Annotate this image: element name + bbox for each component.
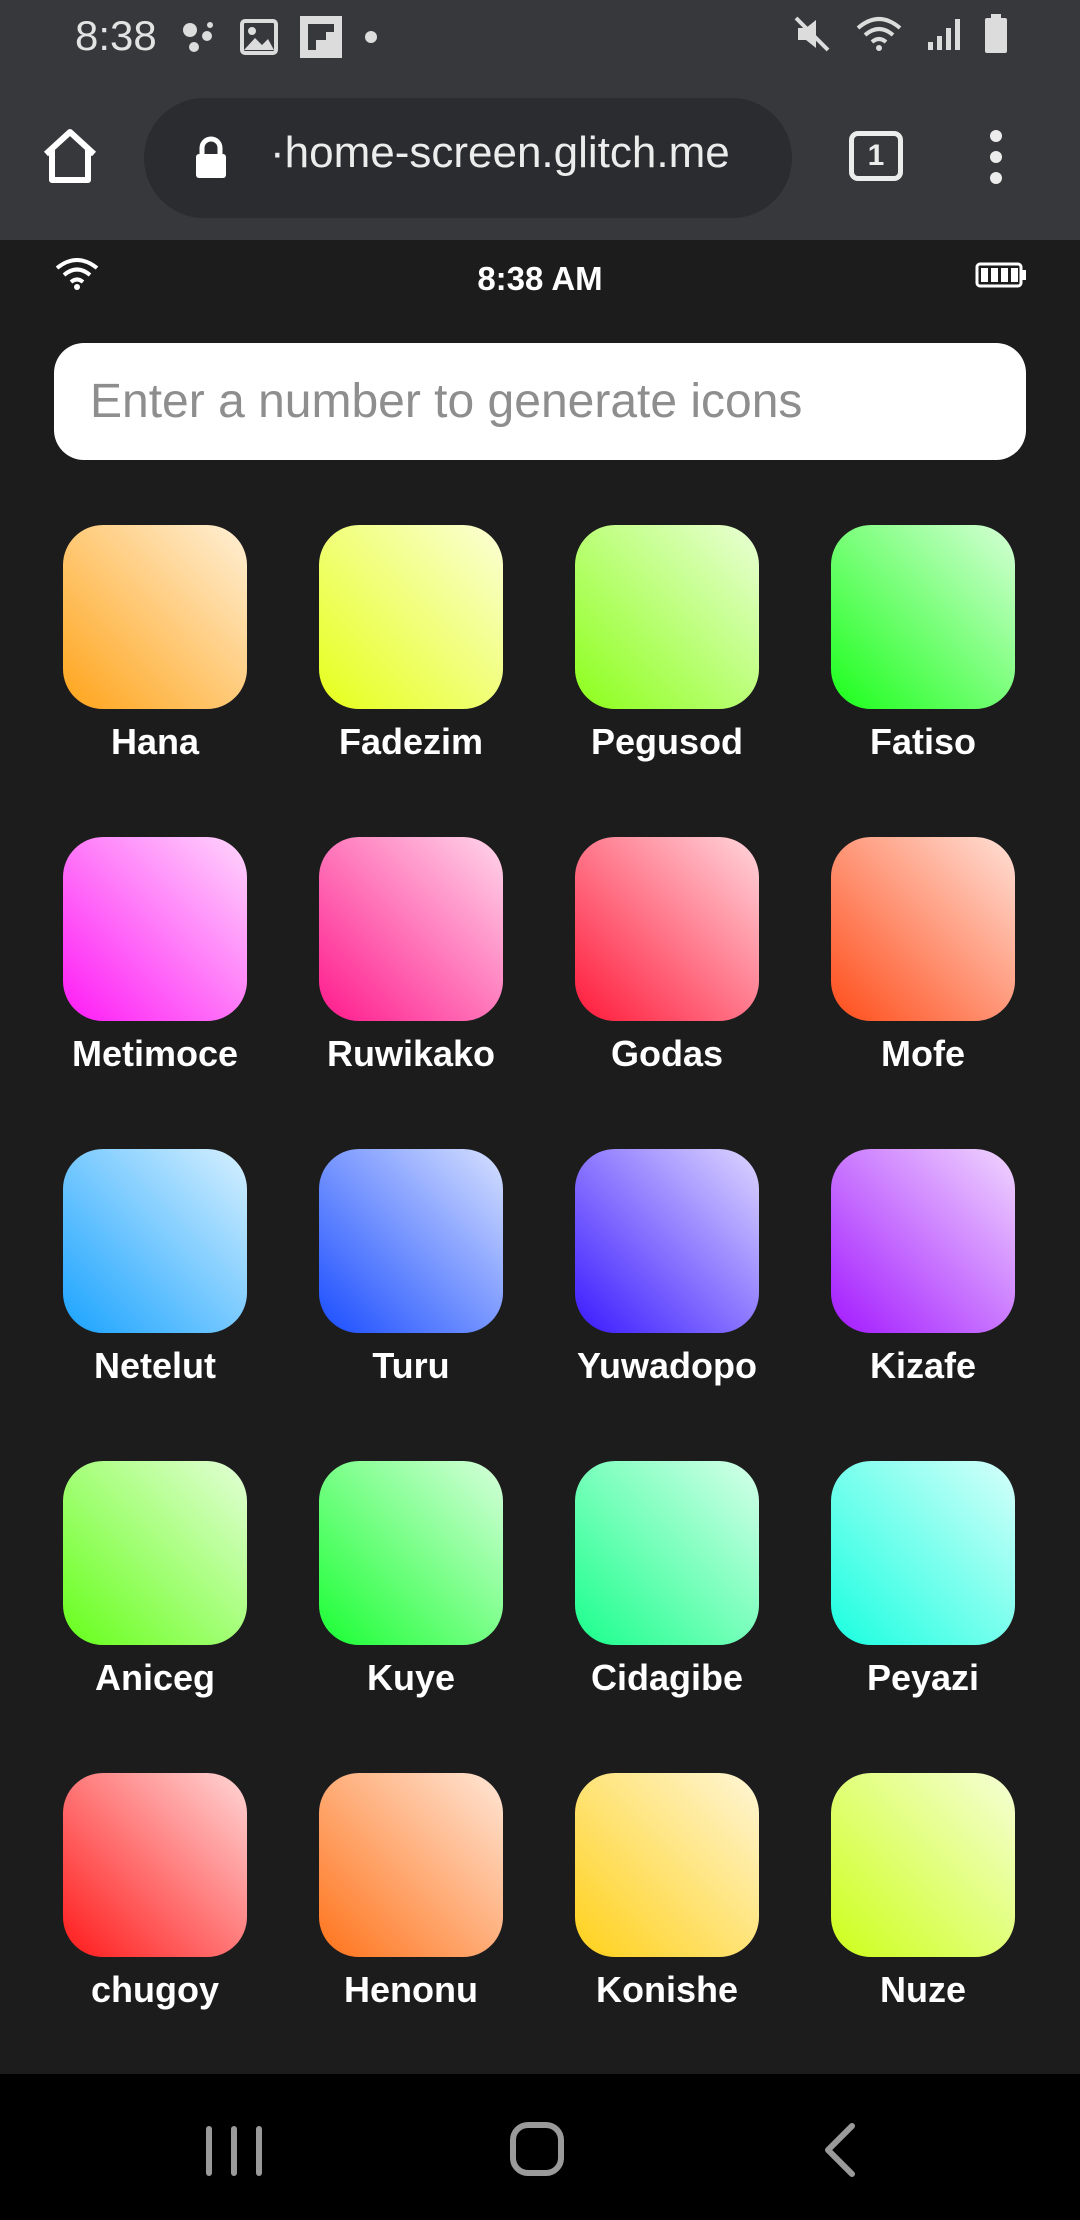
android-navigation-bar — [0, 2074, 1080, 2220]
app-label: Henonu — [344, 1969, 478, 2010]
home-icon[interactable] — [38, 124, 102, 188]
mute-icon — [794, 16, 830, 52]
app-tile[interactable] — [575, 837, 759, 1021]
app-icon[interactable]: Kuye — [283, 1461, 539, 1773]
app-tile[interactable] — [575, 1149, 759, 1333]
system-clock: 8:38 — [75, 12, 157, 59]
app-tile[interactable] — [319, 1773, 503, 1957]
signal-icon — [928, 19, 960, 50]
app-tile[interactable] — [575, 525, 759, 709]
app-icon[interactable]: Nuze — [795, 1773, 1051, 2085]
simulated-clock: 8:38 AM — [477, 260, 603, 297]
app-tile[interactable] — [319, 1149, 503, 1333]
url-text[interactable]: ·home-screen.glitch.me — [270, 128, 730, 178]
app-icon[interactable]: Konishe — [539, 1773, 795, 2085]
address-bar[interactable]: ·home-screen.glitch.me — [144, 98, 792, 218]
app-icon[interactable]: Aniceg — [27, 1461, 283, 1773]
flipboard-icon — [300, 16, 342, 58]
app-icon[interactable]: Fatiso — [795, 525, 1051, 837]
more-notifications-dot-icon — [365, 31, 377, 43]
gallery-icon — [240, 19, 278, 55]
app-icon[interactable]: Metimoce — [27, 837, 283, 1149]
app-label: Nuze — [879, 1969, 966, 2010]
browser-toolbar: ·home-screen.glitch.me 1 — [0, 72, 1080, 240]
recent-apps-icon[interactable] — [206, 2126, 262, 2176]
app-icon[interactable]: Fadezim — [283, 525, 539, 837]
home-button-icon[interactable] — [510, 2122, 564, 2176]
app-tile[interactable] — [831, 1773, 1015, 1957]
app-label: Kizafe — [869, 1345, 977, 1386]
app-label: Ruwikako — [326, 1033, 496, 1074]
lock-icon — [196, 136, 226, 178]
app-tile[interactable] — [63, 525, 247, 709]
app-icon[interactable]: Yuwadopo — [539, 1149, 795, 1461]
app-icon[interactable]: Peyazi — [795, 1461, 1051, 1773]
app-tile[interactable] — [575, 1461, 759, 1645]
app-icon[interactable]: Hana — [27, 525, 283, 837]
android-status-bar: 8:38 — [0, 0, 1080, 72]
app-tile[interactable] — [319, 1461, 503, 1645]
app-label: Cidagibe — [590, 1657, 743, 1698]
app-label: Godas — [610, 1033, 724, 1074]
app-icon[interactable]: Godas — [539, 837, 795, 1149]
app-tile[interactable] — [63, 1773, 247, 1957]
app-tile[interactable] — [831, 837, 1015, 1021]
app-label: Mofe — [881, 1033, 965, 1074]
app-tile[interactable] — [319, 837, 503, 1021]
notification-icons — [180, 16, 378, 58]
app-label: chugoy — [90, 1969, 219, 2010]
app-icon[interactable]: Kizafe — [795, 1149, 1051, 1461]
icon-count-input[interactable] — [54, 343, 1026, 460]
app-label: Pegusod — [590, 721, 743, 762]
app-label: Netelut — [93, 1345, 216, 1386]
assistant-icon — [183, 22, 213, 52]
app-label: Aniceg — [94, 1657, 216, 1698]
more-options-icon[interactable] — [978, 130, 1014, 184]
app-label: Fatiso — [869, 721, 976, 762]
battery-icon — [985, 14, 1007, 53]
app-icon[interactable]: Cidagibe — [539, 1461, 795, 1773]
app-tile[interactable] — [319, 525, 503, 709]
app-label: Yuwadopo — [577, 1345, 757, 1386]
app-icon[interactable]: Netelut — [27, 1149, 283, 1461]
app-tile[interactable] — [831, 525, 1015, 709]
app-icon[interactable]: Ruwikako — [283, 837, 539, 1149]
app-tile[interactable] — [831, 1461, 1015, 1645]
web-page: 8:38 AM Hana Fadezim Pegusod Fatiso Metimoce… — [0, 240, 1080, 2074]
simulated-status-bar: 8:38 AM — [0, 240, 1080, 318]
wifi-icon — [856, 17, 902, 51]
app-icon-grid: Hana Fadezim Pegusod Fatiso Metimoce Ruwikako… — [0, 525, 1080, 2085]
app-icon[interactable]: chugoy — [27, 1773, 283, 2085]
app-label: Metimoce — [71, 1033, 239, 1074]
app-icon[interactable]: Pegusod — [539, 525, 795, 837]
back-icon[interactable] — [820, 2120, 860, 2180]
app-tile[interactable] — [831, 1149, 1015, 1333]
app-icon[interactable]: Turu — [283, 1149, 539, 1461]
app-tile[interactable] — [63, 1149, 247, 1333]
app-label: Konishe — [595, 1969, 738, 2010]
app-label: Kuye — [366, 1657, 456, 1698]
app-label: Fadezim — [338, 721, 484, 762]
app-icon[interactable]: Henonu — [283, 1773, 539, 2085]
app-label: Hana — [110, 721, 200, 762]
app-label: Peyazi — [866, 1657, 980, 1698]
app-icon[interactable]: Mofe — [795, 837, 1051, 1149]
system-indicator-icons — [792, 14, 1008, 54]
app-label: Turu — [372, 1345, 450, 1386]
app-tile[interactable] — [575, 1773, 759, 1957]
app-tile[interactable] — [63, 1461, 247, 1645]
app-tile[interactable] — [63, 837, 247, 1021]
battery-icon — [975, 262, 1026, 288]
tab-switcher-button[interactable]: 1 — [849, 131, 903, 181]
